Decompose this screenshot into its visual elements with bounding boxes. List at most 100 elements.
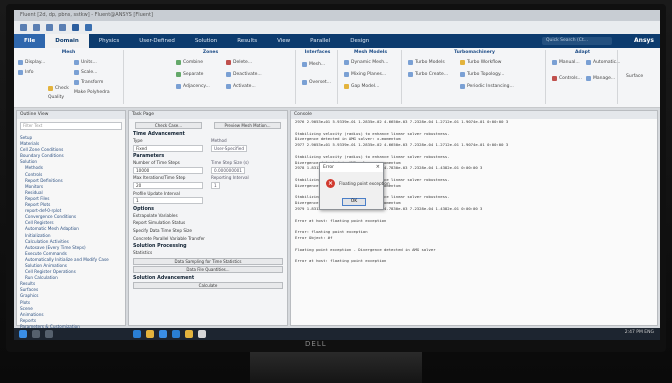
tab-file[interactable]: File xyxy=(14,34,46,48)
num-steps-input-row: 10000 0.000000001 xyxy=(129,166,287,175)
ok-button[interactable]: OK xyxy=(342,198,366,206)
quick-access-toolbar xyxy=(14,21,660,34)
max-iter-row: Max Iterations/Time Step Reporting Interv… xyxy=(133,175,249,181)
mesh-interface-icon xyxy=(302,62,307,67)
tab-parallel[interactable]: Parallel xyxy=(300,34,340,48)
taskbar-clock: 2:47 PM ENG xyxy=(624,330,654,335)
preview-mesh-motion-button[interactable]: Preview Mesh Motion... xyxy=(214,122,281,129)
zones-deactivate-button[interactable]: Deactivate... xyxy=(226,72,262,77)
mesh-display-button[interactable]: Display... xyxy=(18,60,45,65)
gap-model-icon xyxy=(344,84,349,89)
num-steps-input[interactable]: 10000 xyxy=(133,166,203,174)
tab-physics[interactable]: Physics xyxy=(89,34,129,48)
error-icon: × xyxy=(326,179,335,188)
group-title-mesh: Mesh xyxy=(61,50,76,55)
start-icon[interactable] xyxy=(19,330,27,338)
search-icon[interactable] xyxy=(32,330,40,338)
adapt-manage-button[interactable]: Manage... xyxy=(586,76,615,81)
option-checkbox[interactable]: Concrete Parallel Variable Transfer xyxy=(129,235,287,243)
outline-filter-input[interactable]: Filter Text xyxy=(20,122,122,130)
make-polyhedra-button[interactable]: Make Polyhedra xyxy=(74,90,110,95)
open-icon[interactable] xyxy=(33,24,40,31)
mesh-units-button[interactable]: Units... xyxy=(74,60,97,65)
ansys-icon[interactable] xyxy=(185,330,193,338)
error-dialog: Error × × Floating point exception OK xyxy=(319,162,390,210)
periodic-instancing-button[interactable]: Periodic Instancing... xyxy=(460,84,514,89)
profile-input[interactable]: 1 xyxy=(133,197,203,205)
zones-activate-button[interactable]: Activate... xyxy=(226,84,256,89)
display-icon xyxy=(18,60,23,65)
tab-results[interactable]: Results xyxy=(227,34,267,48)
statistics-checkbox[interactable]: Statistics xyxy=(129,249,287,257)
undo-icon[interactable] xyxy=(46,24,53,31)
redo-icon[interactable] xyxy=(59,24,66,31)
reporting-input[interactable]: 1 xyxy=(211,181,220,189)
mesh-scale-button[interactable]: Scale... xyxy=(74,70,97,75)
turbo-workflow-button[interactable]: Turbo Workflow xyxy=(460,60,501,65)
close-icon[interactable]: × xyxy=(376,164,380,170)
ribbon: Mesh Display... Info Units... Check Qual… xyxy=(14,48,660,108)
turbo-topology-button[interactable]: Turbo Topology... xyxy=(460,72,504,77)
method-label: Method xyxy=(211,138,227,143)
interfaces-overset-button[interactable]: Overset... xyxy=(302,80,331,85)
dynamic-mesh-button[interactable]: Dynamic Mesh... xyxy=(344,60,388,65)
surface-button[interactable]: Surface xyxy=(626,74,643,79)
zones-combine-button[interactable]: Combine xyxy=(176,60,203,65)
method-select[interactable]: User-Specified xyxy=(211,144,248,152)
data-file-quantities-button[interactable]: Data File Quantities... xyxy=(133,265,283,273)
tab-view[interactable]: View xyxy=(267,34,300,48)
outline-title: Outline View xyxy=(17,111,125,119)
ribbon-group-interfaces: Interfaces Mesh... Overset... xyxy=(298,50,338,104)
turbo-create-button[interactable]: Turbo Create... xyxy=(408,72,448,77)
combine-icon xyxy=(176,60,181,65)
photo-background: Fluent [2d, dp, pbns, sstkw] - Fluent@AN… xyxy=(0,0,672,383)
tab-user-defined[interactable]: User-Defined xyxy=(129,34,185,48)
tab-design[interactable]: Design xyxy=(340,34,379,48)
layout-icon[interactable] xyxy=(72,24,79,31)
turbo-models-button[interactable]: Turbo Models xyxy=(408,60,445,65)
gap-model-button[interactable]: Gap Model... xyxy=(344,84,379,89)
mesh-info-button[interactable]: Info xyxy=(18,70,34,75)
delete-icon xyxy=(226,60,231,65)
reporting-label: Reporting Interval xyxy=(211,175,249,181)
mail-icon[interactable] xyxy=(172,330,180,338)
file-explorer-icon[interactable] xyxy=(146,330,154,338)
tab-solution[interactable]: Solution xyxy=(185,34,227,48)
ribbon-group-mesh: Mesh Display... Info Units... Check Qual… xyxy=(14,50,124,104)
save-icon[interactable] xyxy=(20,24,27,31)
check-case-button[interactable]: Check Case... xyxy=(135,122,202,129)
option-checkbox[interactable]: Report Simulation Status xyxy=(129,219,287,227)
tab-domain[interactable]: Domain xyxy=(45,34,89,48)
interfaces-mesh-button[interactable]: Mesh... xyxy=(302,62,325,67)
units-icon xyxy=(74,60,79,65)
ribbon-group-surface: Surface xyxy=(620,50,658,104)
automatic-icon xyxy=(586,60,591,65)
separate-icon xyxy=(176,72,181,77)
option-checkbox[interactable]: Specify Data Time Step Size xyxy=(129,227,287,235)
mesh-check-button[interactable]: Check xyxy=(48,86,69,91)
quick-search-input[interactable]: Quick Search (Ct... xyxy=(542,37,612,45)
task-view-icon[interactable] xyxy=(45,330,53,338)
max-iter-input[interactable]: 20 xyxy=(133,181,203,189)
mesh-transform-button[interactable]: Transform xyxy=(74,80,103,85)
max-iter-input-row: 20 1 xyxy=(129,181,287,190)
monitor-brand-logo: DELL xyxy=(305,340,327,348)
step-size-input[interactable]: 0.000000001 xyxy=(211,166,245,174)
zones-separate-button[interactable]: Separate xyxy=(176,72,203,77)
store-icon[interactable] xyxy=(159,330,167,338)
mixing-planes-button[interactable]: Mixing Planes... xyxy=(344,72,386,77)
profile-label: Profile Update Interval xyxy=(133,190,180,196)
calculate-button[interactable]: Calculate xyxy=(133,281,283,289)
option-checkbox[interactable]: Extrapolate Variables xyxy=(129,212,287,220)
data-sampling-button[interactable]: Data Sampling for Time Statistics xyxy=(133,257,283,265)
edge-icon[interactable] xyxy=(133,330,141,338)
mesh-quality-button[interactable]: Quality xyxy=(48,95,64,100)
adapt-automatic-button[interactable]: Automatic... xyxy=(586,60,620,65)
adapt-controls-button[interactable]: Controls... xyxy=(552,76,582,81)
zones-delete-button[interactable]: Delete... xyxy=(226,60,252,65)
adapt-manual-button[interactable]: Manual... xyxy=(552,60,580,65)
grid-icon[interactable] xyxy=(85,24,92,31)
zones-adjacency-button[interactable]: Adjacency... xyxy=(176,84,210,89)
fluent-icon[interactable] xyxy=(198,330,206,338)
type-select[interactable]: Fixed xyxy=(133,144,203,152)
